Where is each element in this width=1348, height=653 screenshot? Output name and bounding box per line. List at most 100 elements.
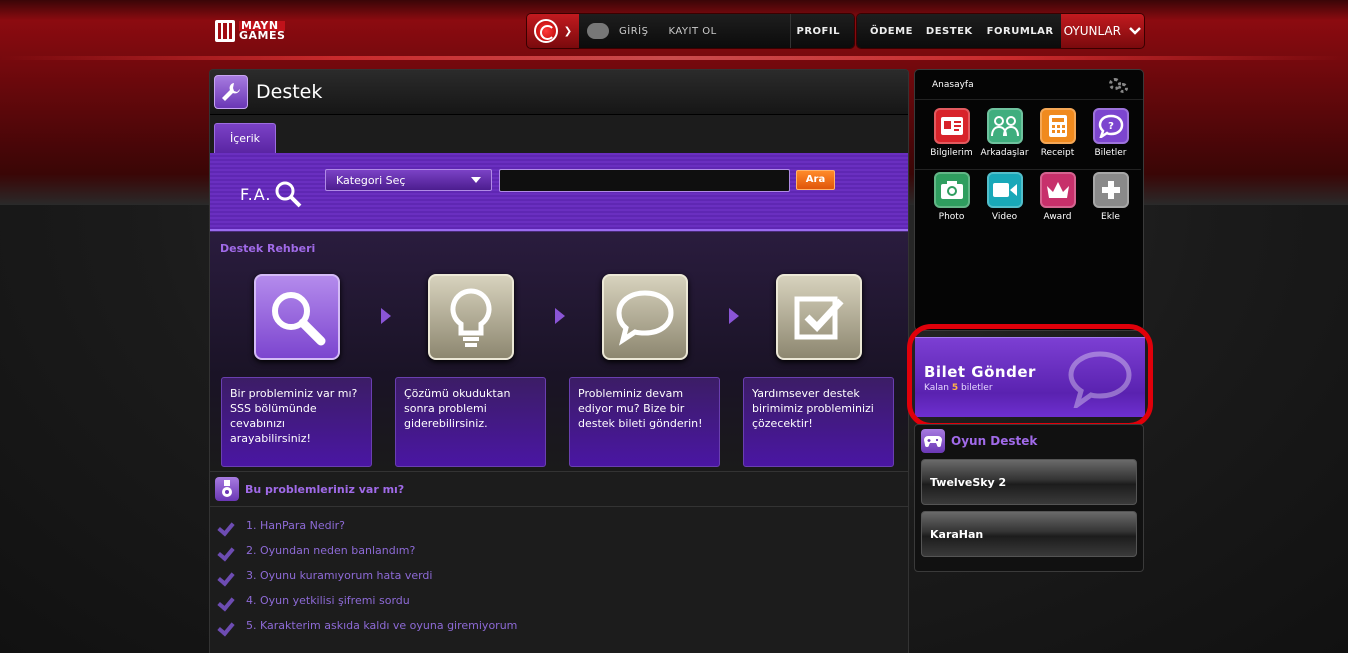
gamepad-icon [921, 429, 945, 453]
common-problems-title: Bu problemleriniz var mı? [245, 482, 405, 496]
app-label: Video [991, 212, 1018, 222]
faq-list: 1. HanPara Nedir? 2. Oyundan neden banla… [210, 507, 908, 638]
crown-icon [1039, 172, 1076, 208]
guide-step-4: Yardımsever destek birimimiz probleminiz… [743, 377, 894, 467]
game-support-header: Oyun Destek [915, 425, 1143, 457]
friends-icon [986, 108, 1023, 144]
app-grid: Bilgilerim Arkadaşlar Receipt ? Biletler [915, 100, 1143, 233]
faq-label-text: F.A. [240, 184, 272, 204]
faq-search-band: F.A. Kategori Seç Ara [210, 153, 908, 231]
app-label: Biletler [1094, 148, 1127, 158]
speech-bubble-step-icon [602, 274, 688, 360]
app-ekle[interactable]: Ekle [1084, 170, 1137, 233]
register-link[interactable]: KAYIT OL [658, 26, 726, 37]
search-step-icon [254, 274, 340, 360]
camera-icon [933, 172, 970, 208]
panel-header: Destek [210, 70, 908, 115]
video-camera-icon [986, 172, 1023, 208]
faq-item-text: 1. HanPara Nedir? [246, 519, 346, 532]
language-selector[interactable]: ❯ [527, 14, 579, 48]
checkmark-icon [219, 620, 236, 632]
chevron-down-icon: ❯ [563, 25, 573, 37]
dropdown-arrow-icon [471, 177, 481, 183]
faq-item[interactable]: 1. HanPara Nedir? [219, 513, 908, 538]
login-link[interactable]: GİRİŞ [609, 26, 658, 37]
id-card-icon [933, 108, 970, 144]
app-biletler[interactable]: ? Biletler [1084, 106, 1137, 169]
app-label: Photo [938, 212, 965, 222]
game-support-panel: Oyun Destek TwelveSky 2 KaraHan [914, 424, 1144, 572]
checkbox-step-icon [776, 274, 862, 360]
tab-bar: İçerik [210, 115, 908, 153]
ticket-chat-icon: ? [1092, 108, 1129, 144]
lightbulb-step-icon [428, 274, 514, 360]
tab-content[interactable]: İçerik [214, 123, 276, 153]
turkey-flag-icon [533, 19, 558, 43]
step-arrow-icon [381, 308, 391, 324]
faq-logo: F.A. [240, 179, 303, 209]
logo-text-bottom: GAMES [239, 29, 286, 42]
app-label: Receipt [1040, 148, 1075, 158]
checkmark-icon [219, 595, 236, 607]
logo-mark-icon [215, 20, 235, 42]
checkmark-icon [219, 520, 236, 532]
chevron-down-icon [1129, 27, 1141, 35]
app-label: Arkadaşlar [980, 148, 1029, 158]
step-arrow-icon [555, 308, 565, 324]
faq-item[interactable]: 5. Karakterim askıda kaldı ve oyuna gire… [219, 613, 908, 638]
faq-search-input[interactable] [499, 169, 790, 192]
game-support-title: Oyun Destek [951, 434, 1038, 448]
checkmark-icon [219, 570, 236, 582]
gears-icon[interactable] [1109, 77, 1129, 93]
page-title: Destek [256, 81, 323, 103]
faq-item-text: 3. Oyunu kuramıyorum hata verdi [246, 569, 433, 582]
app-award[interactable]: Award [1031, 170, 1084, 233]
step-arrow-icon [729, 308, 739, 324]
account-bar: ❯ GİRİŞ KAYIT OL PROFIL [527, 14, 854, 48]
faq-item[interactable]: 3. Oyunu kuramıyorum hata verdi [219, 563, 908, 588]
category-select[interactable]: Kategori Seç [325, 169, 492, 191]
faq-item[interactable]: 2. Oyundan neden banlandım? [219, 538, 908, 563]
chat-bubble-icon[interactable] [587, 23, 609, 39]
games-dropdown[interactable]: OYUNLAR [1060, 14, 1144, 48]
nav-support[interactable]: DESTEK [919, 26, 980, 37]
wrench-icon [214, 75, 248, 109]
game-twelvesky-2[interactable]: TwelveSky 2 [921, 459, 1137, 505]
medal-icon [215, 477, 239, 501]
app-receipt[interactable]: Receipt [1031, 106, 1084, 169]
main-nav: ÖDEME DESTEK FORUMLAR OYUNLAR [857, 14, 1144, 48]
guide-step-2: Çözümü okuduktan sonra problemi giderebi… [395, 377, 546, 467]
home-link[interactable]: Anasayfa [932, 80, 974, 90]
common-problems-header: Bu problemleriniz var mı? [210, 471, 908, 507]
user-apps-panel: Anasayfa Bilgilerim Arkadaşlar Receipt ?… [914, 69, 1144, 331]
profile-link[interactable]: PROFIL [791, 26, 854, 37]
app-label: Award [1043, 212, 1072, 222]
category-select-value: Kategori Seç [336, 173, 406, 187]
faq-item-text: 5. Karakterim askıda kaldı ve oyuna gire… [246, 619, 518, 632]
games-dropdown-label: OYUNLAR [1063, 24, 1121, 38]
support-panel: Destek İçerik F.A. Kategori Seç Ara Dest… [209, 69, 909, 653]
guide-step-1: Bir probleminiz var mı? SSS bölümünde ce… [221, 377, 372, 467]
app-label: Bilgilerim [930, 148, 973, 158]
faq-item[interactable]: 4. Oyun yetkilisi şifremi sordu [219, 588, 908, 613]
svg-text:?: ? [1108, 121, 1114, 132]
guide-step-3: Probleminiz devam ediyor mu? Bize bir de… [569, 377, 720, 467]
nav-payment[interactable]: ÖDEME [857, 26, 919, 37]
faq-item-text: 4. Oyun yetkilisi şifremi sordu [246, 594, 410, 607]
app-bilgilerim[interactable]: Bilgilerim [925, 106, 978, 169]
checkmark-icon [219, 545, 236, 557]
apps-panel-header: Anasayfa [915, 70, 1143, 100]
game-karahan[interactable]: KaraHan [921, 511, 1137, 557]
nav-forums[interactable]: FORUMLAR [980, 26, 1061, 37]
guide-title: Destek Rehberi [220, 242, 316, 255]
calculator-icon [1039, 108, 1076, 144]
faq-item-text: 2. Oyundan neden banlandım? [246, 544, 416, 557]
search-button[interactable]: Ara [796, 170, 835, 190]
app-video[interactable]: Video [978, 170, 1031, 233]
app-arkadaslar[interactable]: Arkadaşlar [978, 106, 1031, 169]
mayn-games-logo[interactable]: MAYN GAMES [215, 20, 286, 42]
magnifier-icon [275, 181, 302, 208]
app-label: Ekle [1101, 212, 1120, 222]
plus-icon [1092, 172, 1129, 208]
app-photo[interactable]: Photo [925, 170, 978, 233]
